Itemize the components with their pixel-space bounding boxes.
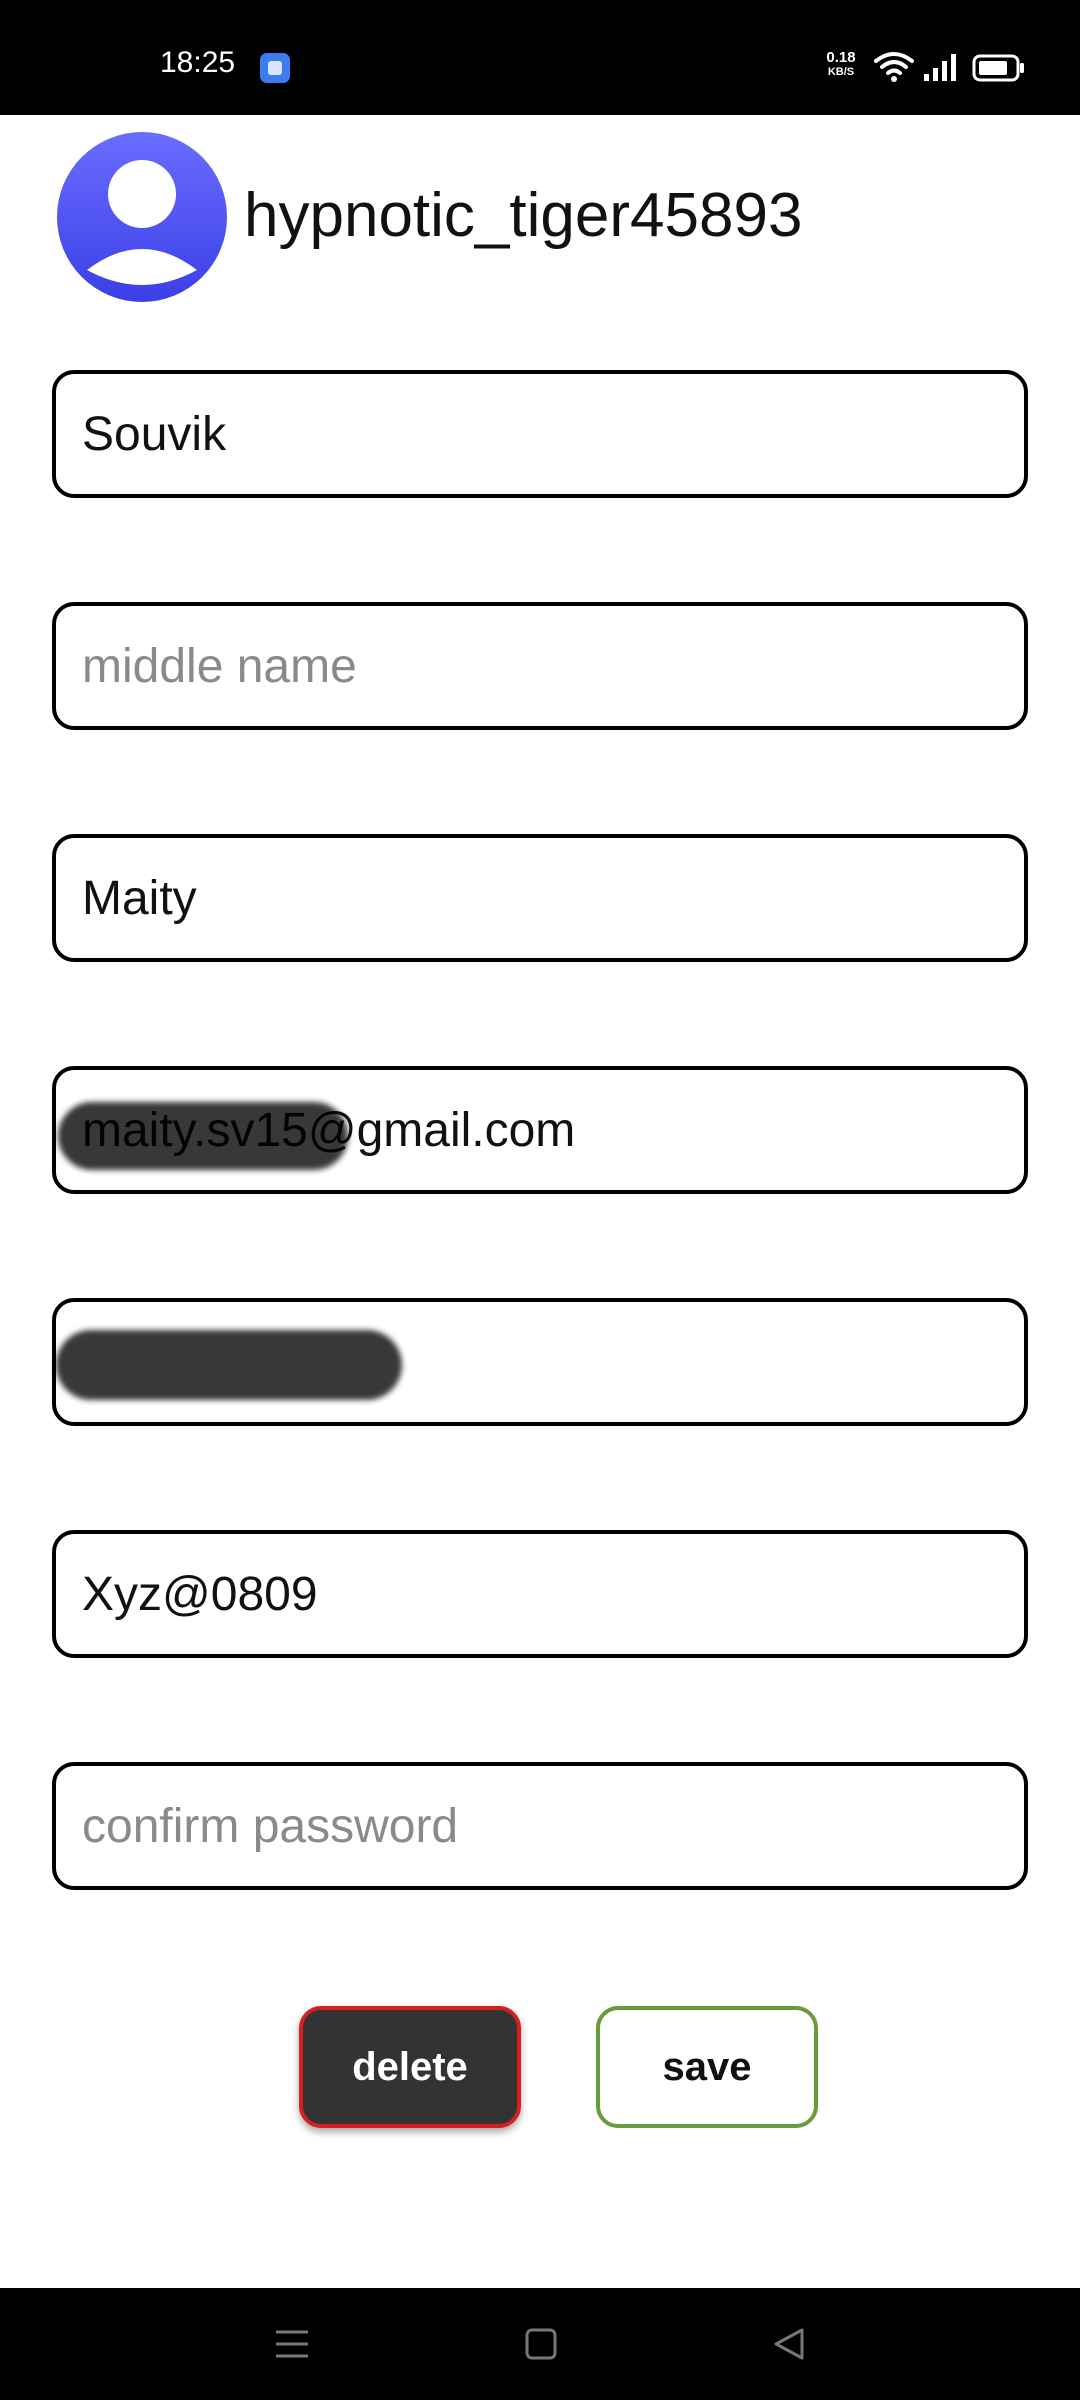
battery-icon: [972, 54, 1024, 82]
status-bar: 18:25 0.18 KB/S: [0, 0, 1080, 115]
email-redaction: [58, 1102, 348, 1170]
username: hypnotic_tiger45893: [244, 181, 803, 250]
network-speed-unit: KB/S: [827, 66, 855, 78]
home-icon[interactable]: [521, 2326, 561, 2362]
avatar[interactable]: [57, 132, 227, 302]
first-name-field[interactable]: [52, 370, 1028, 498]
password-field[interactable]: [52, 1530, 1028, 1658]
user-icon: [87, 160, 197, 285]
menu-icon[interactable]: [272, 2326, 312, 2362]
network-speed: 0.18 KB/S: [818, 50, 864, 80]
status-time: 18:25: [160, 46, 236, 79]
confirm-password-field[interactable]: [52, 1762, 1028, 1890]
middle-name-field[interactable]: [52, 602, 1028, 730]
app-icon: [260, 53, 290, 83]
phone-redaction: [56, 1330, 402, 1400]
back-icon[interactable]: [770, 2326, 810, 2362]
save-button[interactable]: save: [596, 2006, 818, 2128]
signal-icon: [924, 54, 956, 81]
wifi-icon: [874, 52, 914, 82]
network-speed-value: 0.18: [826, 49, 856, 66]
delete-button[interactable]: delete: [299, 2006, 521, 2128]
last-name-field[interactable]: [52, 834, 1028, 962]
